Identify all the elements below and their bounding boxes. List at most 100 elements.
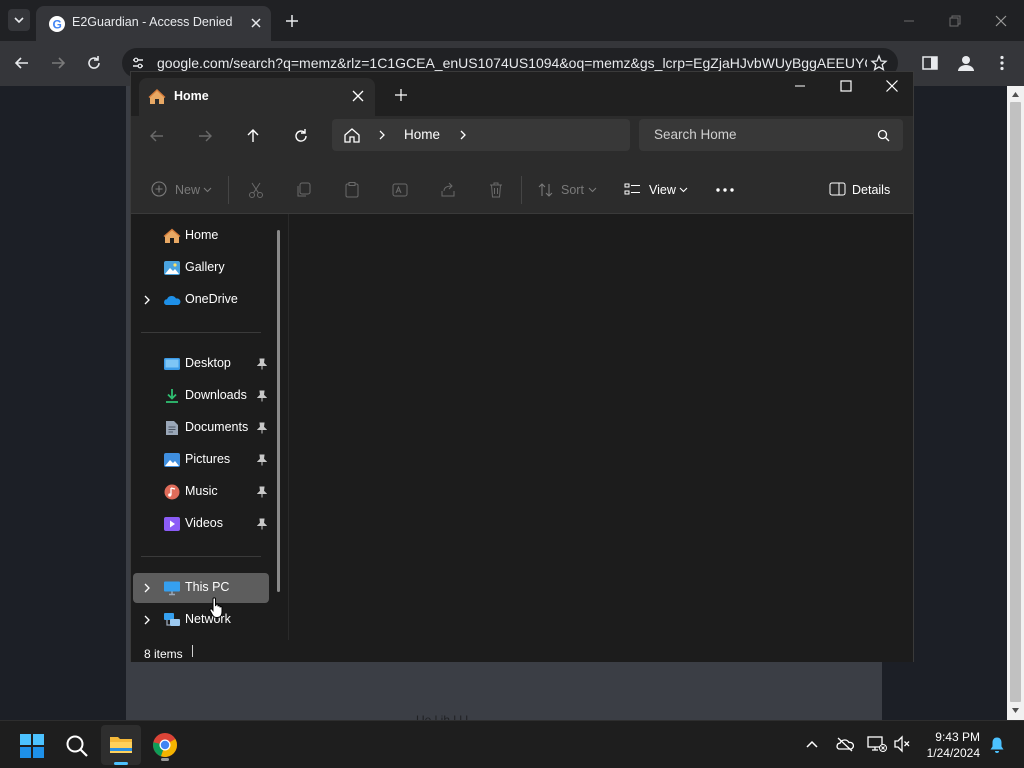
nav-item-network[interactable]: Network — [133, 605, 269, 635]
notification-bell-icon[interactable] — [989, 736, 1005, 754]
cut-icon[interactable] — [247, 181, 265, 199]
running-indicator — [161, 758, 169, 761]
command-bar: New Sort View Details — [131, 166, 913, 214]
chrome-minimize-button[interactable] — [900, 12, 918, 30]
start-button[interactable] — [19, 733, 45, 759]
chrome-tab[interactable]: G E2Guardian - Access Denied — [36, 6, 271, 41]
search-placeholder: Search Home — [654, 127, 737, 142]
pin-icon[interactable] — [257, 518, 267, 530]
chrome-menu-button[interactable] — [993, 54, 1011, 72]
reload-button[interactable] — [84, 53, 104, 73]
site-info-icon[interactable] — [131, 56, 145, 70]
nav-item-downloads[interactable]: Downloads — [133, 381, 269, 411]
nav-item-music[interactable]: Music — [133, 477, 269, 507]
breadcrumb[interactable]: Home — [332, 119, 630, 151]
desktop-icon — [164, 358, 180, 370]
chevron-right-icon[interactable] — [377, 129, 387, 141]
breadcrumb-home[interactable]: Home — [404, 127, 440, 142]
chevron-right-icon[interactable] — [142, 294, 152, 306]
taskbar-chrome[interactable] — [151, 731, 179, 761]
chrome-close-button[interactable] — [992, 12, 1010, 30]
search-input[interactable]: Search Home — [639, 119, 903, 151]
nav-item-gallery[interactable]: Gallery — [133, 253, 269, 283]
pin-icon[interactable] — [257, 358, 267, 370]
view-button[interactable]: View — [623, 166, 691, 214]
network-status-icon[interactable] — [867, 735, 887, 753]
arrow-right-icon[interactable] — [196, 127, 214, 145]
side-panel-button[interactable] — [921, 54, 939, 72]
onedrive-cloud-icon — [164, 295, 181, 305]
nav-item-this-pc[interactable]: This PC — [133, 573, 269, 603]
details-button[interactable]: Details — [828, 166, 898, 214]
more-horizontal-icon[interactable] — [715, 186, 735, 194]
scroll-up-icon[interactable] — [1011, 90, 1020, 98]
chevron-down-icon — [679, 187, 688, 193]
sort-button[interactable]: Sort — [536, 166, 598, 214]
download-icon — [166, 389, 178, 403]
onedrive-paused-icon[interactable] — [836, 736, 854, 752]
close-icon — [251, 18, 261, 28]
google-favicon-icon: G — [49, 16, 65, 32]
chevron-right-icon[interactable] — [142, 582, 152, 594]
maximize-icon[interactable] — [839, 79, 853, 93]
home-icon — [163, 228, 181, 243]
arrow-right-icon — [52, 57, 66, 69]
scroll-thumb[interactable] — [1010, 102, 1021, 702]
nav-item-home[interactable]: Home — [133, 221, 269, 251]
arrow-left-icon[interactable] — [148, 127, 166, 145]
refresh-icon[interactable] — [292, 127, 310, 145]
nav-item-onedrive[interactable]: OneDrive — [133, 285, 269, 315]
chevron-up-icon[interactable] — [805, 737, 819, 751]
pin-icon[interactable] — [257, 390, 267, 402]
chevron-right-icon[interactable] — [458, 129, 468, 141]
nav-label: Desktop — [185, 356, 231, 370]
page-scrollbar[interactable] — [1007, 86, 1024, 720]
tab-close-button[interactable] — [248, 15, 264, 31]
close-icon[interactable] — [351, 89, 365, 103]
profile-button[interactable] — [955, 52, 977, 74]
home-outline-icon[interactable] — [343, 126, 361, 144]
explorer-tab[interactable]: Home — [139, 78, 375, 116]
nav-label: Downloads — [185, 388, 247, 402]
paste-icon[interactable] — [343, 181, 361, 199]
star-icon[interactable] — [870, 54, 888, 72]
back-button[interactable] — [12, 53, 32, 73]
close-icon[interactable] — [885, 79, 899, 93]
tab-search-button[interactable] — [8, 9, 30, 31]
nav-item-videos[interactable]: Videos — [133, 509, 269, 539]
pin-icon[interactable] — [257, 422, 267, 434]
nav-item-desktop[interactable]: Desktop — [133, 349, 269, 379]
scroll-down-icon[interactable] — [1011, 707, 1020, 715]
reload-icon — [88, 56, 100, 69]
network-icon — [164, 613, 180, 626]
arrow-left-icon — [14, 57, 28, 69]
copy-icon[interactable] — [295, 181, 313, 199]
chevron-down-icon — [14, 17, 24, 24]
pin-icon[interactable] — [257, 454, 267, 466]
volume-muted-icon[interactable] — [893, 735, 911, 753]
document-icon — [166, 421, 178, 435]
add-tab-icon[interactable] — [394, 88, 408, 102]
taskbar-file-explorer[interactable] — [101, 725, 141, 765]
chrome-restore-button[interactable] — [946, 12, 964, 30]
system-clock[interactable]: 9:43 PM 1/24/2024 — [927, 729, 980, 761]
nav-scrollbar[interactable] — [277, 230, 280, 592]
forward-button[interactable] — [48, 53, 68, 73]
explorer-address-bar: Home Search Home — [131, 116, 913, 166]
chevron-right-icon[interactable] — [142, 614, 152, 626]
new-button[interactable]: New — [149, 166, 215, 214]
nav-divider — [141, 332, 261, 333]
arrow-up-icon[interactable] — [244, 127, 262, 145]
content-area[interactable] — [289, 214, 913, 640]
pin-icon[interactable] — [257, 486, 267, 498]
delete-icon[interactable] — [487, 181, 505, 199]
minimize-icon[interactable] — [793, 79, 807, 93]
new-tab-button[interactable] — [282, 11, 302, 31]
view-list-icon — [624, 183, 640, 195]
rename-icon[interactable] — [391, 181, 409, 199]
search-icon[interactable] — [877, 129, 890, 142]
share-icon[interactable] — [439, 181, 457, 199]
nav-item-documents[interactable]: Documents — [133, 413, 269, 443]
nav-item-pictures[interactable]: Pictures — [133, 445, 269, 475]
search-button[interactable] — [64, 733, 90, 759]
